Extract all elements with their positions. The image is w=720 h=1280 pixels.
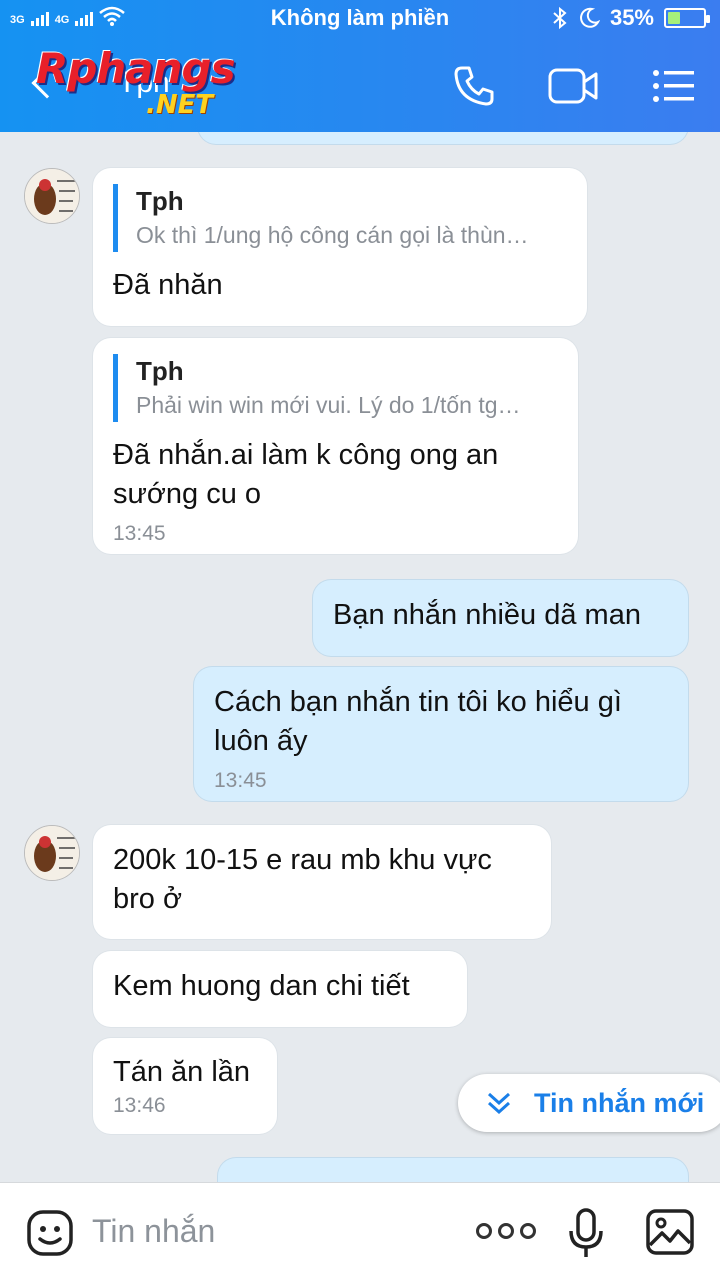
message-bubble[interactable]: Bạn nhắn nhiều dã man	[313, 580, 688, 656]
video-call-icon[interactable]	[548, 66, 600, 106]
message-bubble[interactable]: Tph Ok thì 1/ung hộ công cán gọi là thùn…	[93, 168, 587, 326]
more-options-icon[interactable]	[476, 1223, 536, 1239]
contact-avatar[interactable]	[24, 168, 80, 224]
quoted-reply[interactable]: Tph Phải win win mới vui. Lý do 1/tốn tg…	[113, 354, 558, 422]
message-time: 13:46	[113, 1094, 166, 1117]
message-bubble[interactable]: Tán ăn lần 13:46	[93, 1038, 277, 1134]
quote-text: Ok thì 1/ung hộ công cán gọi là thùn…	[136, 222, 529, 248]
status-bar: 3G 4G Không làm phiền 35%	[0, 0, 720, 36]
battery-percent: 35%	[609, 5, 654, 30]
message-text: Đã nhăn	[113, 269, 223, 301]
message-text: Cách bạn nhắn tin tôi ko hiểu gì luôn ấy	[214, 686, 622, 757]
message-text: Kem huong dan chi tiết	[113, 970, 410, 1002]
new-messages-label: Tin nhắn mới	[534, 1087, 705, 1118]
status-right: 35%	[552, 5, 710, 31]
watermark-logo: Rphangs .NET	[36, 44, 236, 120]
message-time: 13:45	[113, 522, 166, 545]
double-chevron-down-icon	[487, 1092, 511, 1115]
moon-icon	[580, 7, 600, 28]
image-gallery-icon[interactable]	[646, 1209, 694, 1260]
message-bubble-partial	[218, 1158, 688, 1182]
battery-icon	[664, 8, 710, 28]
header-actions	[452, 64, 694, 108]
message-list[interactable]: Tph Ok thì 1/ung hộ công cán gọi là thùn…	[0, 132, 720, 1182]
chat-header: Tph Rphangs .NET	[0, 36, 720, 132]
message-bubble-partial	[198, 132, 688, 144]
message-bubble[interactable]: Kem huong dan chi tiết	[93, 951, 467, 1027]
quote-author: Tph	[136, 186, 184, 216]
message-input[interactable]: Tin nhắn	[92, 1213, 215, 1250]
microphone-icon[interactable]	[568, 1207, 604, 1264]
message-text: Tán ăn lần	[113, 1056, 251, 1088]
message-input-bar: Tin nhắn	[0, 1182, 720, 1280]
phone-call-icon[interactable]	[452, 64, 496, 108]
new-messages-button[interactable]: Tin nhắn mới	[458, 1074, 720, 1132]
bluetooth-icon	[553, 6, 567, 30]
message-bubble[interactable]: 200k 10-15 e rau mb khu vực bro ở	[93, 825, 551, 939]
top-bar: 3G 4G Không làm phiền 35% Tph Rphangs .N…	[0, 0, 720, 132]
message-bubble[interactable]: Tph Phải win win mới vui. Lý do 1/tốn tg…	[93, 338, 578, 554]
menu-list-icon[interactable]	[652, 69, 694, 103]
message-time: 13:45	[214, 769, 267, 792]
message-bubble[interactable]: Cách bạn nhắn tin tôi ko hiểu gì luôn ấy…	[194, 667, 688, 801]
message-text: 200k 10-15 e rau mb khu vực bro ở	[113, 844, 492, 915]
quoted-reply[interactable]: Tph Ok thì 1/ung hộ công cán gọi là thùn…	[113, 184, 567, 252]
message-text: Bạn nhắn nhiều dã man	[333, 599, 641, 631]
quote-text: Phải win win mới vui. Lý do 1/tốn tg…	[136, 392, 521, 418]
emoji-icon[interactable]	[26, 1209, 74, 1262]
quote-author: Tph	[136, 356, 184, 386]
message-text: Đã nhắn.ai làm k công ong an sướng cu o	[113, 439, 499, 510]
contact-avatar[interactable]	[24, 825, 80, 881]
